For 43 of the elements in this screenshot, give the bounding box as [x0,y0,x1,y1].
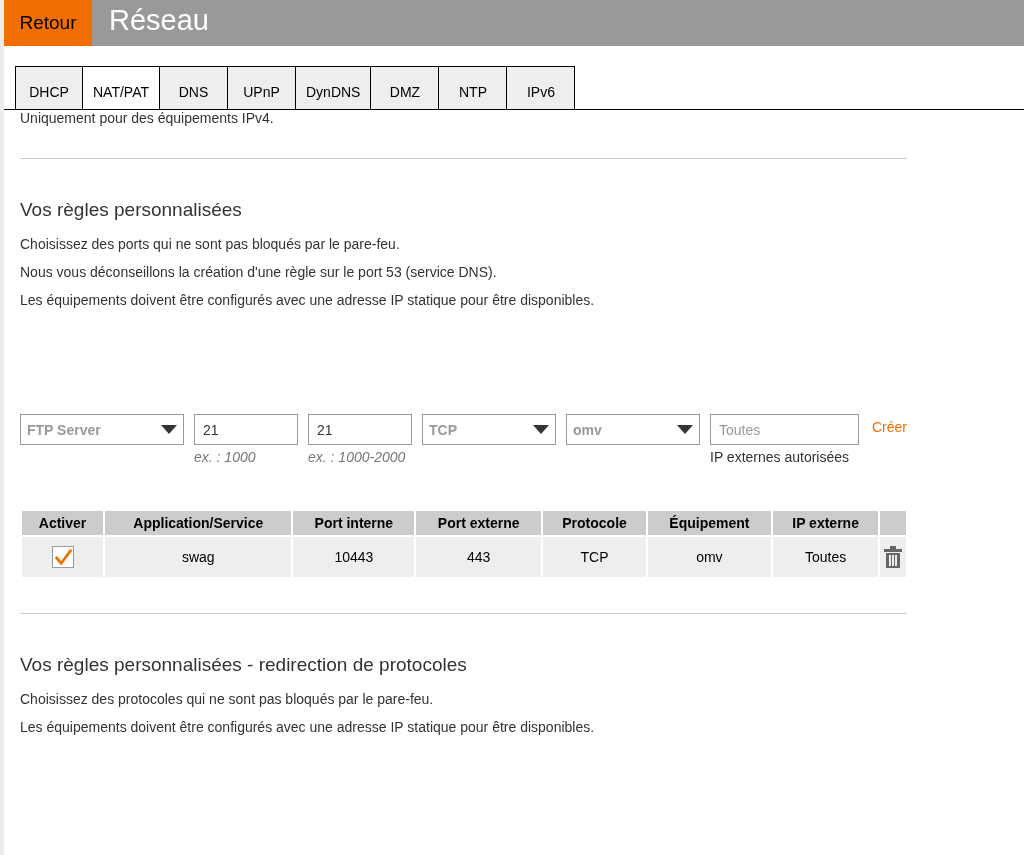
paragraph: Les équipements doivent être configurés avec une adresse IP statique pour être disponibles. [20,291,596,309]
caret-icon [161,425,177,434]
column-header: Équipement [648,511,771,535]
column-header: Application/Service [105,511,292,535]
input-field[interactable]: 21 [194,414,298,445]
tab[interactable]: DNS [160,66,228,110]
tab[interactable]: UPnP [228,66,296,110]
section-title: Vos règles personnalisées - redirection de protocoles [20,654,468,676]
trash-icon[interactable] [884,546,903,568]
table-cell: swag [105,537,292,577]
tab[interactable]: DHCP [15,66,83,110]
table-cell: TCP [543,537,646,577]
table-cell: 443 [416,537,542,577]
caret-icon [533,425,549,434]
paragraph: Les équipements doivent être configurés avec une adresse IP statique pour être disponibles. [20,718,596,736]
paragraph: Choisissez des protocoles qui ne sont pas bloqués par le pare-feu. [20,690,435,708]
tab[interactable]: NTP [439,66,508,110]
back-button[interactable]: Retour [4,0,92,46]
column-header: IP externe [772,511,879,535]
table-cell: 10443 [293,537,415,577]
section-title: Vos règles personnalisées [20,199,243,221]
paragraph: Nous vous déconseillons la création d'une règle sur le port 53 (service DNS). [20,263,498,281]
column-header: Port externe [416,511,542,535]
field-hint: ex. : 1000 [194,449,257,465]
tab[interactable]: DMZ [371,66,440,110]
input-field[interactable]: Toutes [710,414,859,445]
tab[interactable]: NAT/PAT [83,66,160,110]
page-title: Réseau [108,3,210,38]
input-field[interactable]: 21 [308,414,412,445]
paragraph: Choisissez des ports qui ne sont pas bloqués par le pare-feu. [20,235,401,253]
column-header: Port interne [293,511,415,535]
column-header [880,511,906,535]
column-header: Protocole [543,511,646,535]
tab[interactable]: IPv6 [507,66,576,110]
checkbox[interactable] [51,546,74,568]
column-header: Activer [22,511,104,535]
field-hint: ex. : 1000-2000 [308,449,407,465]
tab[interactable]: DynDNS [296,66,372,110]
caret-icon [677,425,693,434]
intro-note: Uniquement pour des équipements IPv4. [20,110,275,126]
table-cell: Toutes [772,537,879,577]
table-cell: omv [648,537,771,577]
field-note: IP externes autorisées [710,449,851,465]
